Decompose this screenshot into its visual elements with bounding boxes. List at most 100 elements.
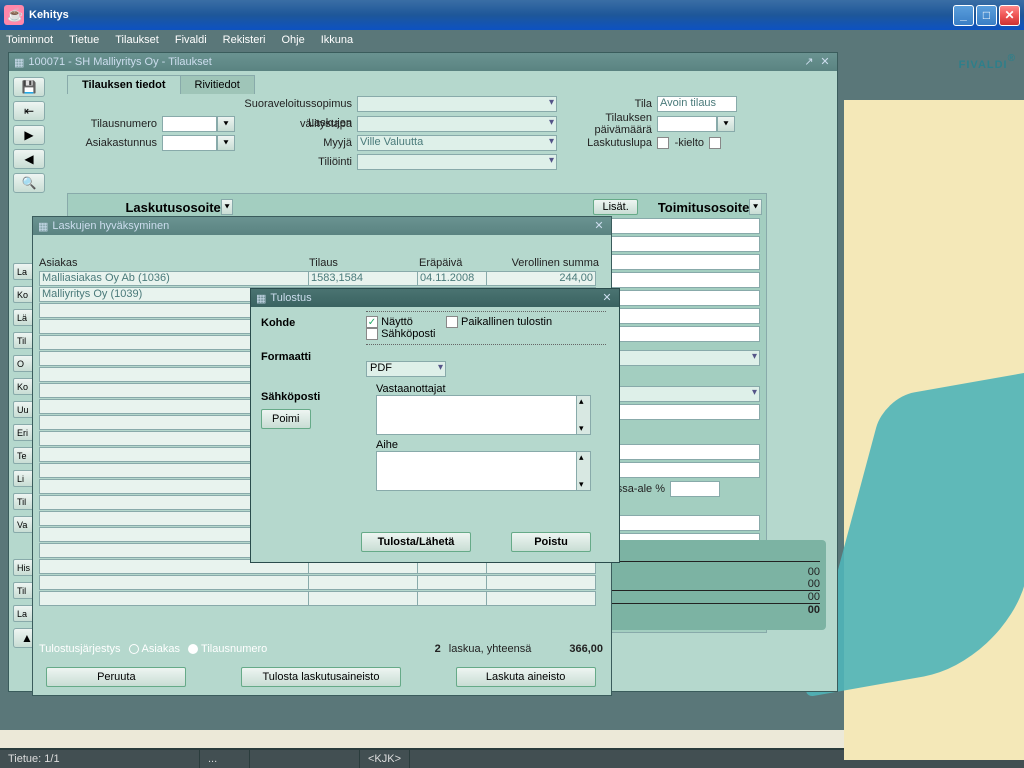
dd-myyja[interactable]: Ville Valuutta bbox=[357, 135, 557, 151]
radio-tilausnumero[interactable]: Tilausnumero bbox=[188, 643, 267, 655]
mdi1-toolbar: 💾 ⇤ ▶ ◀ 🔍 bbox=[13, 77, 53, 193]
txt-vastaanottajat[interactable] bbox=[376, 395, 591, 435]
mdi-tulostus: ▦ Tulostus ✕ Kohde Formaatti Sähköposti … bbox=[250, 288, 620, 563]
scrollbar[interactable] bbox=[576, 396, 590, 434]
gh-erapaiva: Eräpäivä bbox=[419, 257, 489, 269]
gh-verollinen: Verollinen summa bbox=[489, 257, 599, 269]
mdi2-close[interactable]: ✕ bbox=[592, 219, 606, 233]
btn-tulosta-aineisto[interactable]: Tulosta laskutusaineisto bbox=[241, 667, 401, 687]
total: 366,00 bbox=[569, 643, 603, 655]
tab-tilauksen-tiedot[interactable]: Tilauksen tiedot bbox=[67, 75, 181, 94]
minimize-button[interactable]: _ bbox=[953, 5, 974, 26]
txt-aihe[interactable] bbox=[376, 451, 591, 491]
mdi1-form: Suoraveloitussopimus Tila Avoin tilaus L… bbox=[67, 95, 827, 172]
lbl-sahkoposti: Sähköposti bbox=[261, 391, 361, 403]
inp-tilausnumero[interactable] bbox=[162, 116, 217, 132]
lbl-kielto: -kielto bbox=[669, 137, 709, 149]
close-button[interactable]: ✕ bbox=[999, 5, 1020, 26]
btn-asiakastunnus-lookup[interactable]: ⯆ bbox=[217, 135, 235, 151]
mdi1-restore[interactable]: ↗ bbox=[802, 55, 816, 69]
java-icon bbox=[4, 5, 24, 25]
menu-ohje[interactable]: Ohje bbox=[281, 34, 304, 46]
menu-tietue[interactable]: Tietue bbox=[69, 34, 99, 46]
tab-rivitiedot[interactable]: Rivitiedot bbox=[180, 75, 255, 94]
inp-toimitus-2[interactable] bbox=[590, 236, 760, 252]
scrollbar[interactable] bbox=[576, 452, 590, 490]
btn-toimitusosoite[interactable]: ⯆ bbox=[749, 199, 762, 215]
lbl-suoraveloitus: Suoraveloitussopimus bbox=[237, 98, 357, 110]
chk-paikallinen[interactable]: Paikallinen tulostin bbox=[446, 316, 552, 328]
lbl-formaatti: Formaatti bbox=[261, 351, 361, 363]
btn-laskuta-aineisto[interactable]: Laskuta aineisto bbox=[456, 667, 596, 687]
btn-tulosta-laheta[interactable]: Tulosta/Lähetä bbox=[361, 532, 471, 552]
menu-rekisteri[interactable]: Rekisteri bbox=[223, 34, 266, 46]
mdi2-footer-row: Tulostusjärjestys Asiakas Tilausnumero 2… bbox=[39, 643, 603, 655]
save-icon[interactable]: 💾 bbox=[13, 77, 45, 97]
inp-toimitus-3[interactable] bbox=[590, 254, 760, 270]
play-icon[interactable]: ▶ bbox=[13, 125, 45, 145]
chk-sahkoposti[interactable]: Sähköposti bbox=[366, 328, 436, 340]
table-row[interactable]: Malliasiakas Oy Ab (1036) 1583,1584 04.1… bbox=[39, 271, 603, 287]
inp-asiakastunnus[interactable] bbox=[162, 135, 217, 151]
back-icon[interactable]: ⇤ bbox=[13, 101, 45, 121]
hdr-laskutusosoite: Laskutusosoite bbox=[125, 200, 220, 215]
window-titlebar: Kehitys _ □ ✕ bbox=[0, 0, 1024, 30]
table-row[interactable] bbox=[39, 591, 603, 607]
menu-bar: Toiminnot Tietue Tilaukset Fivaldi Rekis… bbox=[0, 30, 1024, 50]
lbl-laskutuslupa: Laskutuslupa bbox=[557, 137, 657, 149]
btn-peruuta[interactable]: Peruuta bbox=[46, 667, 186, 687]
menu-fivaldi[interactable]: Fivaldi bbox=[175, 34, 207, 46]
total-3: 00 bbox=[612, 591, 820, 604]
dd-tiliointi[interactable] bbox=[357, 154, 557, 170]
btn-tilausnumero-lookup[interactable]: ⯆ bbox=[217, 116, 235, 132]
lbl-aihe: Aihe bbox=[376, 439, 591, 451]
total-2: 00 bbox=[612, 578, 820, 591]
status-dots: ... bbox=[200, 750, 250, 768]
window-title: Kehitys bbox=[29, 9, 69, 21]
mdi1-close[interactable]: ✕ bbox=[818, 55, 832, 69]
cell-summa: 244,00 bbox=[486, 271, 596, 286]
dd-format[interactable]: PDF bbox=[366, 361, 446, 377]
chk-naytto[interactable]: ✓ Näyttö bbox=[366, 316, 413, 328]
lbl-laskua: laskua, yhteensä bbox=[449, 643, 532, 655]
status-empty bbox=[250, 750, 360, 768]
menu-toiminnot[interactable]: Toiminnot bbox=[6, 34, 53, 46]
dd-suoraveloitus[interactable] bbox=[357, 96, 557, 112]
chk-kielto[interactable] bbox=[709, 137, 721, 149]
dd-valitystapa[interactable] bbox=[357, 116, 557, 132]
inp-kassa-ale[interactable] bbox=[670, 481, 720, 497]
brand-panel bbox=[844, 100, 1024, 760]
search-icon[interactable]: 🔍 bbox=[13, 173, 45, 193]
btn-lisat[interactable]: Lisät. bbox=[593, 199, 637, 215]
mdi3-close[interactable]: ✕ bbox=[600, 291, 614, 305]
brand-logo: FIVALDI® bbox=[959, 52, 1016, 73]
hdr-toimitusosoite: Toimitusosoite bbox=[658, 200, 749, 215]
table-row[interactable] bbox=[39, 575, 603, 591]
radio-asiakas[interactable]: Asiakas bbox=[129, 643, 181, 655]
rewind-icon[interactable]: ◀ bbox=[13, 149, 45, 169]
count: 2 bbox=[435, 643, 441, 655]
inp-tila[interactable]: Avoin tilaus bbox=[657, 96, 737, 112]
inp-tilauksen-pvm[interactable] bbox=[657, 116, 717, 132]
btn-date-picker[interactable]: ⯆ bbox=[717, 116, 735, 132]
lbl-tilauksen-pvm: Tilauksen päivämäärä bbox=[557, 112, 657, 136]
chk-laskutuslupa[interactable] bbox=[657, 137, 669, 149]
mdi3-titlebar[interactable]: ▦ Tulostus ✕ bbox=[251, 289, 619, 307]
status-kjk: <KJK> bbox=[360, 750, 410, 768]
mdi-workspace: FIVALDI® ▦ 100071 - SH Malliyritys Oy - … bbox=[0, 50, 1024, 730]
btn-poimi[interactable]: Poimi bbox=[261, 409, 311, 429]
lbl-tulostusjarjestys: Tulostusjärjestys bbox=[39, 643, 121, 655]
btn-laskutusosoite[interactable]: ⯆ bbox=[221, 199, 234, 215]
lbl-asiakastunnus: Asiakastunnus bbox=[67, 137, 162, 149]
mdi1-titlebar[interactable]: ▦ 100071 - SH Malliyritys Oy - Tilaukset… bbox=[9, 53, 837, 71]
menu-ikkuna[interactable]: Ikkuna bbox=[321, 34, 353, 46]
mdi2-titlebar[interactable]: ▦ Laskujen hyväksyminen ✕ bbox=[33, 217, 611, 235]
inp-toimitus-4[interactable] bbox=[590, 272, 760, 288]
gh-asiakas: Asiakas bbox=[39, 257, 309, 269]
lbl-myyja: Myyjä bbox=[235, 137, 357, 149]
maximize-button[interactable]: □ bbox=[976, 5, 997, 26]
menu-tilaukset[interactable]: Tilaukset bbox=[115, 34, 159, 46]
btn-poistu[interactable]: Poistu bbox=[511, 532, 591, 552]
inp-toimitus-1[interactable] bbox=[590, 218, 760, 234]
form-icon: ▦ bbox=[14, 56, 24, 69]
